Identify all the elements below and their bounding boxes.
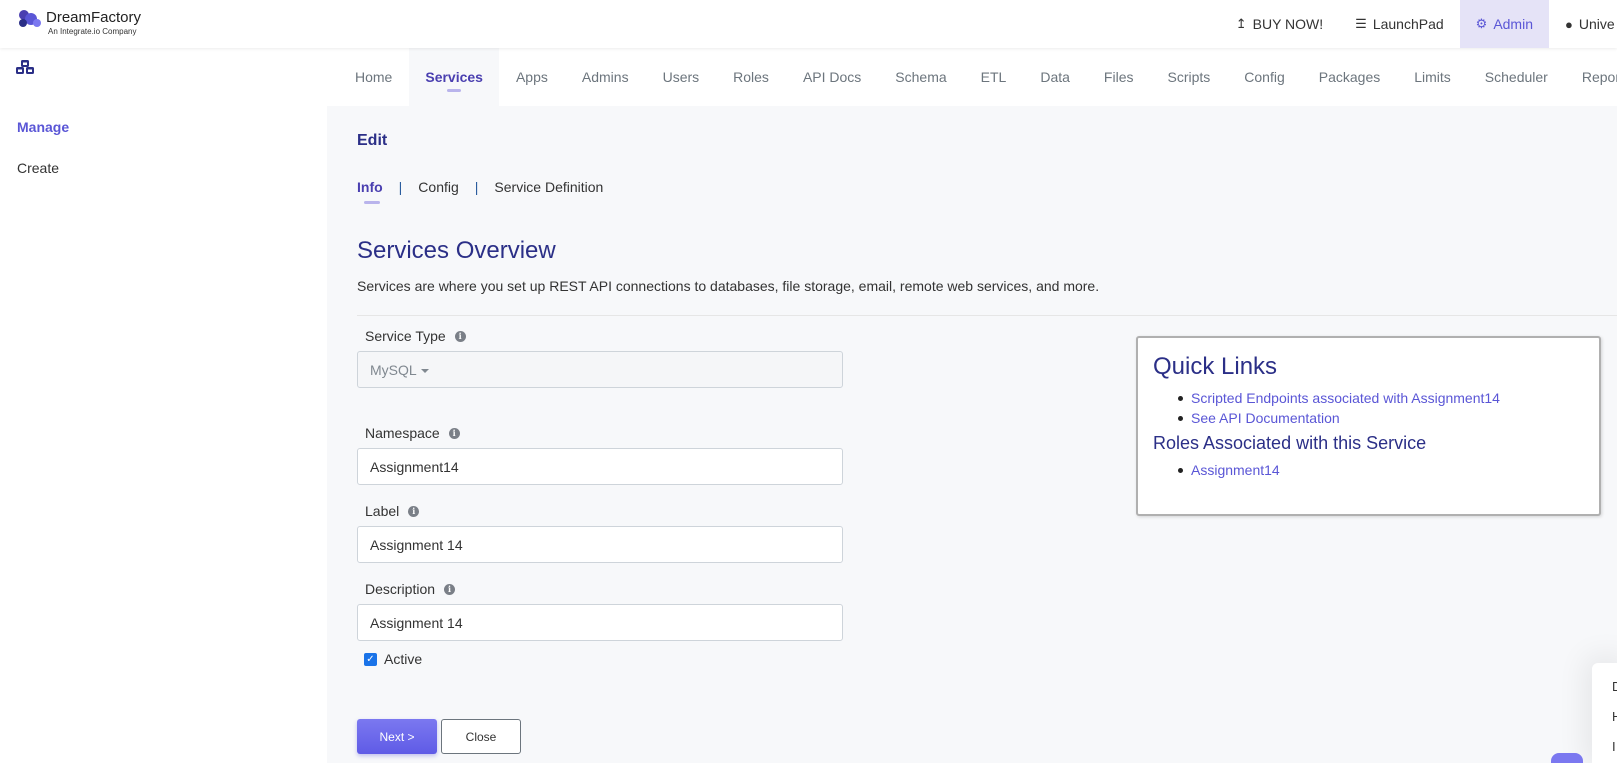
service-type-select[interactable]: MySQL <box>357 351 843 388</box>
label-value: Assignment 14 <box>370 536 463 553</box>
sidebar-item-manage[interactable]: Manage <box>17 119 69 135</box>
subtab-info[interactable]: Info <box>357 179 383 204</box>
roles-associated-title: Roles Associated with this Service <box>1153 433 1427 453</box>
top-nav: ↥ BUY NOW! ☰ LaunchPad ⚙ Admin ● Unive <box>1220 0 1617 48</box>
description-value: Assignment 14 <box>370 614 463 631</box>
tab-data[interactable]: Data <box>1023 48 1087 106</box>
quick-links-list: Scripted Endpoints associated with Assig… <box>1178 388 1584 428</box>
info-circle-icon[interactable]: i <box>444 583 456 595</box>
subtab-separator: | <box>398 179 403 195</box>
scripted-endpoints-link[interactable]: Scripted Endpoints associated with Assig… <box>1178 388 1584 408</box>
subtab-separator: | <box>474 179 479 195</box>
admin-label: Admin <box>1493 16 1533 32</box>
brand-tagline: An Integrate.io Company <box>48 27 137 36</box>
description-label-text: Description <box>365 581 436 597</box>
service-type-label: Service Type i <box>365 328 466 344</box>
tab-api-docs[interactable]: API Docs <box>786 48 878 106</box>
admin-link[interactable]: ⚙ Admin <box>1459 0 1549 48</box>
info-circle-icon[interactable]: i <box>408 505 420 517</box>
launchpad-link[interactable]: ☰ LaunchPad <box>1339 0 1460 48</box>
description-label: Description i <box>365 581 456 597</box>
chat-line: I <box>1612 739 1616 754</box>
tab-services[interactable]: Services <box>409 48 499 106</box>
roles-list: Assignment14 <box>1178 460 1584 480</box>
label-label-text: Label <box>365 503 400 519</box>
tab-scheduler[interactable]: Scheduler <box>1468 48 1565 106</box>
section-divider <box>357 315 1617 316</box>
chat-launcher-button[interactable] <box>1551 753 1583 763</box>
tab-home[interactable]: Home <box>327 48 409 106</box>
dreamfactory-logo-icon <box>19 10 41 27</box>
chat-panel[interactable]: D H I <box>1592 663 1617 763</box>
tab-files[interactable]: Files <box>1087 48 1151 106</box>
subtab-config[interactable]: Config <box>418 179 458 195</box>
tab-schema[interactable]: Schema <box>878 48 963 106</box>
close-button[interactable]: Close <box>441 719 521 754</box>
description-input[interactable]: Assignment 14 <box>357 604 843 641</box>
namespace-input[interactable]: Assignment14 <box>357 448 843 485</box>
tab-reports[interactable]: Reports <box>1565 48 1617 106</box>
edit-subtabs: Info | Config | Service Definition <box>357 179 603 204</box>
buy-now-link[interactable]: ↥ BUY NOW! <box>1220 0 1339 48</box>
tab-admins[interactable]: Admins <box>565 48 646 106</box>
namespace-label: Namespace i <box>365 425 460 441</box>
overview-description: Services are where you set up REST API c… <box>357 278 1100 294</box>
info-circle-icon[interactable]: i <box>454 330 466 342</box>
subtab-service-definition[interactable]: Service Definition <box>494 179 603 195</box>
caret-down-icon <box>420 368 429 373</box>
launchpad-label: LaunchPad <box>1372 16 1444 32</box>
quick-links-title: Quick Links <box>1153 353 1278 380</box>
edit-title: Edit <box>357 132 388 149</box>
gear-icon: ⚙ <box>1475 16 1488 31</box>
main-tabs: Home Services Apps Admins Users Roles AP… <box>327 48 1617 106</box>
tab-config[interactable]: Config <box>1227 48 1301 106</box>
brand-logo[interactable]: DreamFactory An Integrate.io Company <box>16 9 141 37</box>
content-area: Edit Info | Config | Service Definition … <box>327 106 1617 763</box>
apps-cluster-icon <box>16 60 34 74</box>
chat-line: D <box>1612 679 1617 694</box>
chat-line: H <box>1612 709 1617 724</box>
quick-links-panel: Quick Links Scripted Endpoints associate… <box>1136 336 1601 516</box>
namespace-label-text: Namespace <box>365 425 440 441</box>
bars-icon: ☰ <box>1355 16 1367 31</box>
role-link[interactable]: Assignment14 <box>1178 460 1584 480</box>
active-checkbox-row: ✓ Active <box>364 651 422 667</box>
user-icon: ● <box>1565 16 1573 32</box>
tab-limits[interactable]: Limits <box>1397 48 1468 106</box>
user-menu[interactable]: ● Unive <box>1549 0 1617 48</box>
upload-arrow-icon: ↥ <box>1235 16 1247 31</box>
label-label: Label i <box>365 503 420 519</box>
tab-packages[interactable]: Packages <box>1302 48 1397 106</box>
api-documentation-link[interactable]: See API Documentation <box>1178 408 1584 428</box>
brand-name: DreamFactory <box>46 9 142 26</box>
sidebar-item-create[interactable]: Create <box>17 160 59 176</box>
next-button[interactable]: Next > <box>357 719 437 754</box>
top-bar: DreamFactory An Integrate.io Company ↥ B… <box>0 0 1617 48</box>
tab-etl[interactable]: ETL <box>964 48 1024 106</box>
tab-users[interactable]: Users <box>646 48 717 106</box>
active-checkbox[interactable]: ✓ <box>364 652 377 666</box>
tab-roles[interactable]: Roles <box>716 48 786 106</box>
sidebar: Manage Create <box>0 48 327 763</box>
tab-apps[interactable]: Apps <box>499 48 565 106</box>
namespace-value: Assignment14 <box>370 458 459 475</box>
buy-now-label: BUY NOW! <box>1252 16 1324 32</box>
info-circle-icon[interactable]: i <box>448 427 460 439</box>
overview-title: Services Overview <box>357 237 556 264</box>
service-type-value: MySQL <box>370 361 417 378</box>
user-label: Unive <box>1578 16 1615 32</box>
active-label: Active <box>384 651 423 667</box>
label-input[interactable]: Assignment 14 <box>357 526 843 563</box>
tab-scripts[interactable]: Scripts <box>1150 48 1227 106</box>
service-type-label-text: Service Type <box>365 328 446 344</box>
